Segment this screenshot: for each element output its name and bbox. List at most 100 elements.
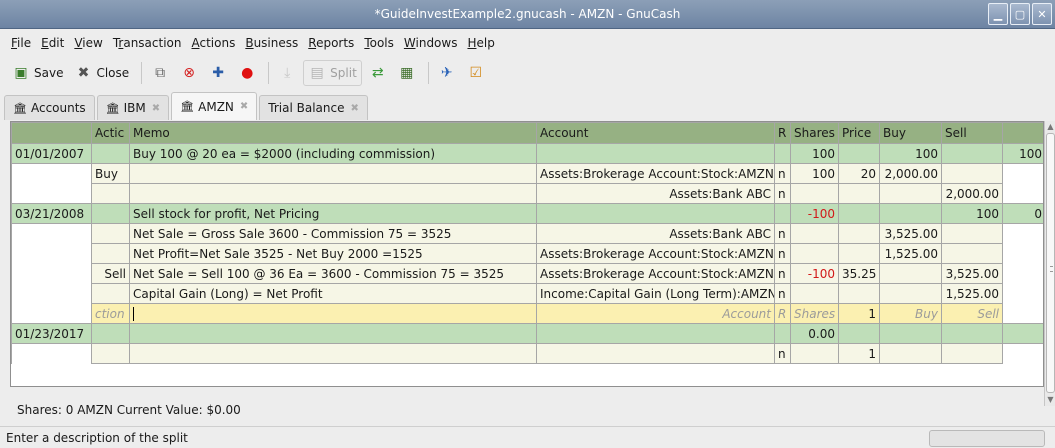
cell-r[interactable] bbox=[774, 143, 791, 164]
cell-action[interactable] bbox=[91, 243, 130, 264]
active-split-row[interactable]: ction Account R Shares 1 Buy Sell bbox=[11, 303, 1043, 324]
cell-buy[interactable]: 1,525.00 bbox=[879, 243, 942, 264]
cell-sell[interactable]: 3,525.00 bbox=[941, 263, 1003, 284]
cell-memo[interactable]: Capital Gain (Long) = Net Profit bbox=[129, 283, 537, 304]
cell-account[interactable]: Assets:Brokerage Account:Stock:AMZN bbox=[536, 263, 775, 284]
transaction-row[interactable]: 01/23/2017 0.00 bbox=[11, 323, 1043, 344]
cell-num[interactable] bbox=[91, 203, 130, 224]
close-button[interactable]: ✖ Close bbox=[70, 60, 133, 86]
close-window-icon[interactable]: ✕ bbox=[1032, 3, 1052, 25]
cell-date[interactable]: 03/21/2008 bbox=[11, 203, 92, 224]
cell-sell[interactable]: 1,525.00 bbox=[941, 283, 1003, 304]
cell-account[interactable]: Income:Capital Gain (Long Term):AMZN bbox=[536, 283, 775, 304]
cell-memo[interactable]: Net Sale = Gross Sale 3600 - Commission … bbox=[129, 223, 537, 244]
cell-r[interactable] bbox=[774, 323, 791, 344]
cell-price[interactable]: 35.25 bbox=[838, 263, 880, 284]
cell-shares[interactable]: 100 bbox=[790, 143, 839, 164]
cell-r[interactable]: n bbox=[774, 343, 791, 364]
cell-shares[interactable]: -100 bbox=[790, 203, 839, 224]
cell-buy[interactable]: 2,000.00 bbox=[879, 163, 942, 184]
tab-ibm[interactable]: 🏛 IBM ✖ bbox=[96, 95, 170, 120]
header-sell[interactable]: Sell bbox=[941, 122, 1003, 144]
header-price[interactable]: Price bbox=[838, 122, 880, 144]
cell-action[interactable]: Buy bbox=[91, 163, 130, 184]
cell-sell[interactable]: 100 bbox=[941, 203, 1003, 224]
cell-r[interactable]: n bbox=[774, 283, 791, 304]
enter-button[interactable]: ✚ bbox=[205, 60, 231, 86]
cell-price[interactable] bbox=[838, 143, 880, 164]
cell-description[interactable]: Buy 100 @ 20 ea = $2000 (including commi… bbox=[129, 143, 537, 164]
maximize-icon[interactable]: ▢ bbox=[1010, 3, 1030, 25]
split-row[interactable]: Capital Gain (Long) = Net Profit Income:… bbox=[11, 283, 1043, 304]
cell-sell[interactable] bbox=[941, 343, 1003, 364]
cell-account[interactable]: Assets:Bank ABC bbox=[536, 183, 775, 204]
header-account[interactable]: Account bbox=[536, 122, 775, 144]
tab-close-icon[interactable]: ✖ bbox=[240, 101, 248, 112]
header-r[interactable]: R bbox=[774, 122, 791, 144]
split-row[interactable]: Assets:Bank ABC n 2,000.00 bbox=[11, 183, 1043, 204]
cell-memo[interactable] bbox=[129, 343, 537, 364]
cell-num[interactable] bbox=[91, 143, 130, 164]
cell-price[interactable] bbox=[838, 243, 880, 264]
reconcile-button[interactable]: ☑ bbox=[463, 60, 489, 86]
cell-r[interactable]: n bbox=[774, 263, 791, 284]
split-row[interactable]: Buy Assets:Brokerage Account:Stock:AMZN … bbox=[11, 163, 1043, 184]
cell-r[interactable] bbox=[774, 203, 791, 224]
cell-buy[interactable] bbox=[879, 323, 942, 344]
cell-description[interactable] bbox=[129, 323, 537, 344]
menu-edit[interactable]: Edit bbox=[36, 36, 69, 50]
cell-shares[interactable] bbox=[790, 243, 839, 264]
memo-input[interactable] bbox=[129, 303, 537, 324]
duplicate-button[interactable]: ⧉ bbox=[147, 60, 173, 86]
cell-r[interactable]: n bbox=[774, 183, 791, 204]
header-action[interactable]: Actic bbox=[91, 122, 130, 144]
price-input[interactable]: 1 bbox=[838, 303, 880, 324]
register-grid[interactable]: Actic Memo Account R Shares Price Buy Se… bbox=[10, 121, 1044, 387]
cell-sell[interactable] bbox=[941, 323, 1003, 344]
scroll-down-icon[interactable]: ▼ bbox=[1046, 395, 1055, 405]
cell-sell[interactable]: 2,000.00 bbox=[941, 183, 1003, 204]
cell-account[interactable]: Assets:Brokerage Account:Stock:AMZN bbox=[536, 163, 775, 184]
cell-sell[interactable] bbox=[941, 163, 1003, 184]
cell-shares[interactable]: -100 bbox=[790, 263, 839, 284]
scrollbar-thumb[interactable] bbox=[1046, 133, 1055, 393]
menu-business[interactable]: Business bbox=[240, 36, 303, 50]
tab-close-icon[interactable]: ✖ bbox=[350, 103, 358, 114]
cell-buy[interactable] bbox=[879, 263, 942, 284]
split-button[interactable]: ▤ Split bbox=[303, 60, 362, 86]
cell-buy[interactable]: 3,525.00 bbox=[879, 223, 942, 244]
vertical-scrollbar[interactable]: ▲ ▼ bbox=[1044, 121, 1055, 406]
cell-account[interactable] bbox=[536, 143, 775, 164]
cell-account[interactable] bbox=[536, 203, 775, 224]
cell-action[interactable] bbox=[91, 283, 130, 304]
cell-buy[interactable]: 100 bbox=[879, 143, 942, 164]
cell-price[interactable] bbox=[838, 203, 880, 224]
cell-buy[interactable] bbox=[879, 343, 942, 364]
cell-shares[interactable] bbox=[790, 223, 839, 244]
cell-shares[interactable] bbox=[790, 283, 839, 304]
cell-shares[interactable]: 0.00 bbox=[790, 323, 839, 344]
header-buy[interactable]: Buy bbox=[879, 122, 942, 144]
tab-trial-balance[interactable]: Trial Balance ✖ bbox=[259, 95, 368, 120]
scroll-up-icon[interactable]: ▲ bbox=[1046, 122, 1055, 132]
cell-memo[interactable]: Net Sale = Sell 100 @ 36 Ea = 3600 - Com… bbox=[129, 263, 537, 284]
menu-actions[interactable]: Actions bbox=[187, 36, 241, 50]
split-row[interactable]: n 1 bbox=[11, 343, 1043, 364]
account-input[interactable]: Account bbox=[536, 303, 775, 324]
cell-r[interactable]: n bbox=[774, 163, 791, 184]
cell-action[interactable] bbox=[91, 183, 130, 204]
cell-sell[interactable] bbox=[941, 243, 1003, 264]
cell-date[interactable]: 01/23/2017 bbox=[11, 323, 92, 344]
split-row[interactable]: Net Profit=Net Sale 3525 - Net Buy 2000 … bbox=[11, 243, 1043, 264]
menu-view[interactable]: View bbox=[69, 36, 107, 50]
cell-memo[interactable] bbox=[129, 183, 537, 204]
cell-price[interactable] bbox=[838, 223, 880, 244]
cell-action[interactable] bbox=[91, 223, 130, 244]
cell-account[interactable] bbox=[536, 323, 775, 344]
sell-input[interactable]: Sell bbox=[941, 303, 1003, 324]
tab-amzn[interactable]: 🏛 AMZN ✖ bbox=[171, 92, 258, 120]
tab-close-icon[interactable]: ✖ bbox=[152, 103, 160, 114]
cell-price[interactable]: 20 bbox=[838, 163, 880, 184]
minimize-icon[interactable]: ▁ bbox=[988, 3, 1008, 25]
schedule-button[interactable]: ▦ bbox=[394, 60, 420, 86]
